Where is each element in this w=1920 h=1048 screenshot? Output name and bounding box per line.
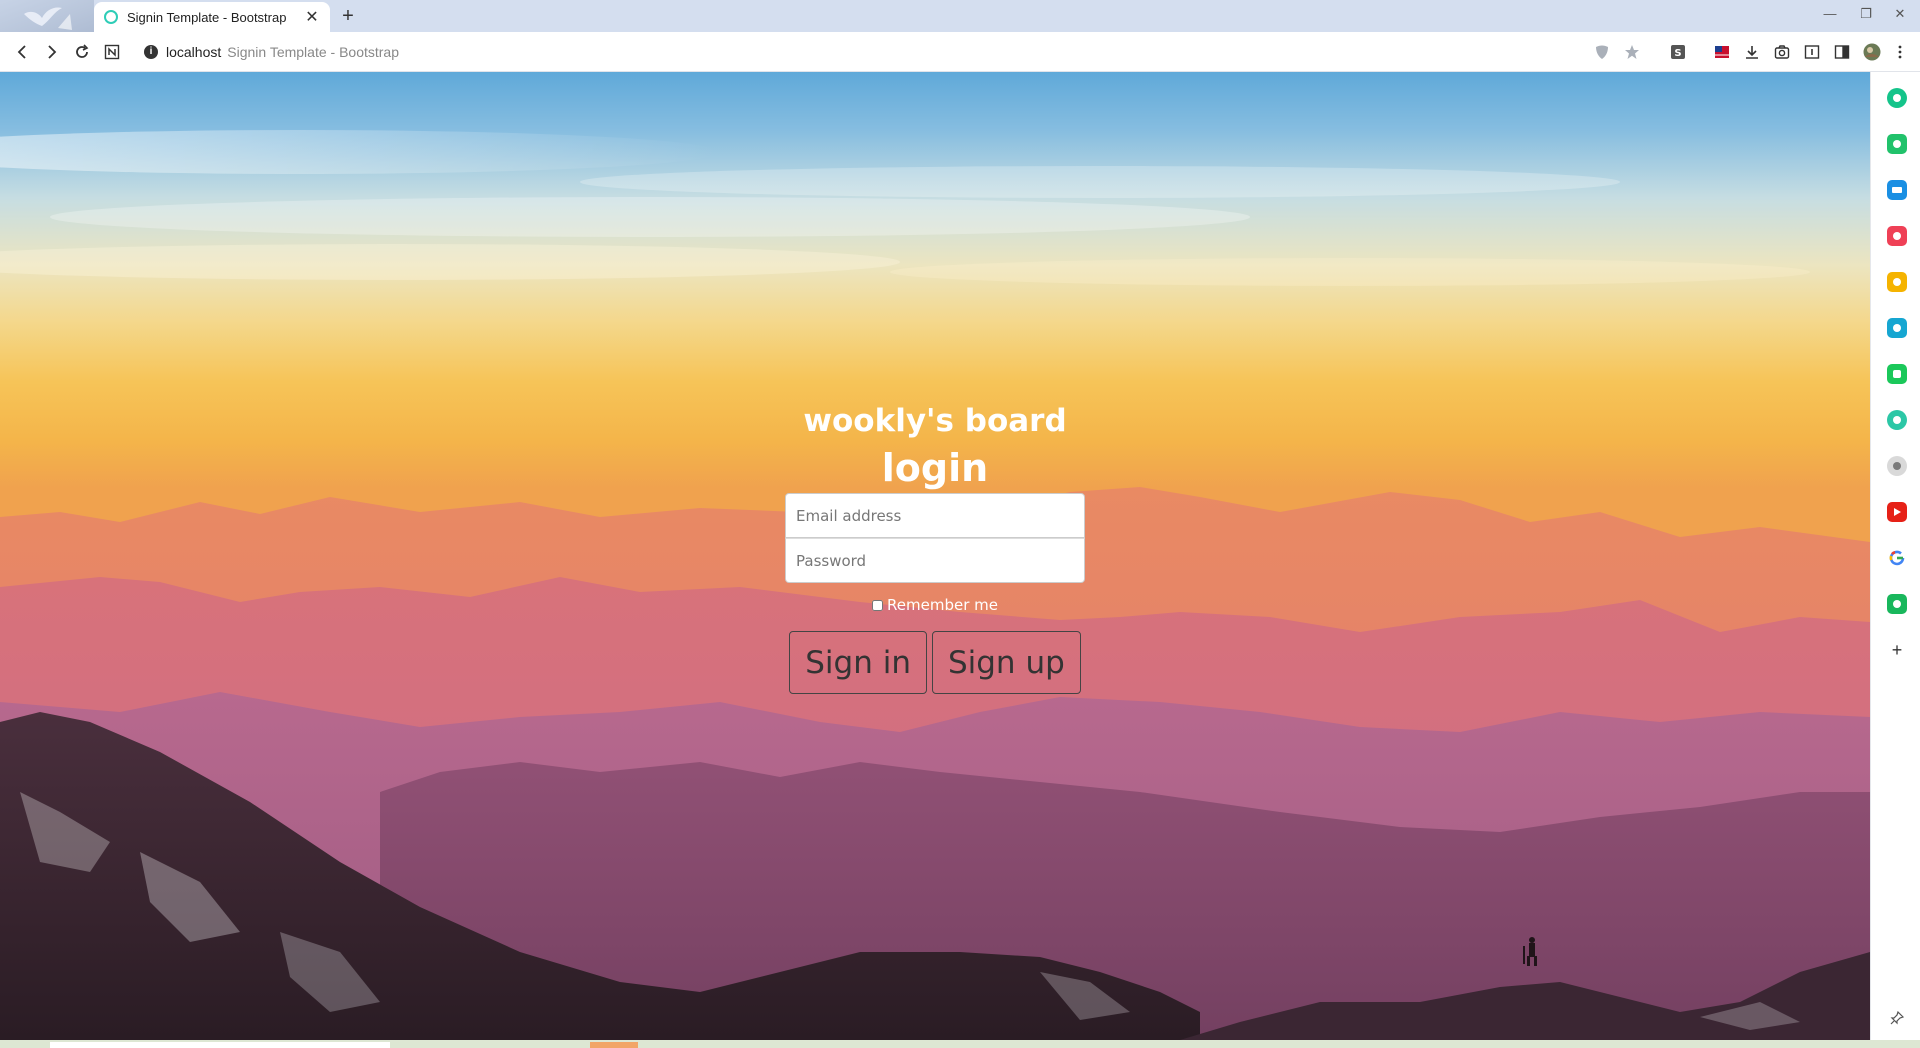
tab-title: Signin Template - Bootstrap (127, 9, 287, 25)
forward-button[interactable] (40, 40, 64, 64)
s-extension-button[interactable]: S (1668, 42, 1688, 62)
add-app-button[interactable]: + (1887, 640, 1907, 660)
s-extension-icon: S (1671, 45, 1685, 59)
capture-button[interactable] (1772, 42, 1792, 62)
sidebar-icon (1834, 45, 1850, 59)
avatar-icon (1863, 43, 1881, 61)
window-close-button[interactable]: ✕ (1880, 0, 1920, 28)
browser-toolbar: i localhost Signin Template - Bootstrap … (0, 32, 1920, 72)
papago-app-icon[interactable] (1887, 456, 1907, 476)
whale-app-icon[interactable] (1887, 88, 1907, 108)
youtube-app-icon[interactable] (1887, 502, 1907, 522)
login-form: wookly's board login Remember me Sign in… (785, 399, 1085, 694)
back-arrow-icon (17, 45, 26, 59)
google-app-icon[interactable] (1887, 548, 1907, 568)
translate-app-icon[interactable] (1887, 318, 1907, 338)
reload-button[interactable] (70, 40, 94, 64)
star-icon (1625, 45, 1639, 59)
forward-arrow-icon (48, 45, 57, 59)
translate-flag-button[interactable] (1712, 42, 1732, 62)
camera-icon (1774, 45, 1790, 59)
login-heading: login (881, 446, 989, 490)
remember-me-label: Remember me (887, 596, 998, 614)
new-tab-button[interactable]: + (336, 4, 360, 28)
play-icon (1894, 508, 1901, 516)
brand-title: wookly's board (803, 403, 1067, 439)
taskbar-item[interactable] (50, 1042, 390, 1048)
email-input[interactable] (785, 493, 1085, 538)
flag-icon (1715, 46, 1729, 58)
more-vertical-icon (1898, 45, 1902, 59)
back-button[interactable] (10, 40, 34, 64)
map-app-icon[interactable] (1887, 594, 1907, 614)
site-info-icon[interactable]: i (144, 45, 158, 59)
download-button[interactable] (1742, 42, 1762, 62)
player-app-icon[interactable] (1887, 410, 1907, 430)
naver-home-button[interactable] (100, 40, 124, 64)
sign-up-button[interactable]: Sign up (931, 631, 1081, 694)
page-favicon-icon (104, 10, 118, 24)
pin-icon (1890, 1011, 1904, 1025)
tab-strip: Signin Template - Bootstrap ✕ + — ❐ ✕ (0, 0, 1920, 32)
password-input[interactable] (785, 538, 1085, 583)
notes-app-icon[interactable] (1887, 134, 1907, 154)
reload-icon (76, 44, 89, 58)
page-viewport: wookly's board login Remember me Sign in… (0, 72, 1870, 1040)
download-icon (1746, 46, 1758, 59)
address-bar[interactable]: i localhost Signin Template - Bootstrap (144, 42, 399, 62)
naver-n-icon (104, 44, 120, 60)
sign-in-button[interactable]: Sign in (789, 631, 927, 694)
url-page-title: Signin Template - Bootstrap (227, 44, 399, 60)
remember-me[interactable]: Remember me (785, 595, 1085, 615)
reader-mode-button[interactable] (1802, 42, 1822, 62)
side-panel: + (1870, 72, 1920, 1040)
line-app-icon[interactable] (1887, 364, 1907, 384)
profile-button[interactable] (1862, 42, 1882, 62)
whale-logo-icon (24, 7, 72, 30)
tab-active[interactable]: Signin Template - Bootstrap ✕ (94, 2, 330, 32)
bookmark-star-button[interactable] (1622, 42, 1642, 62)
tab-close-icon[interactable]: ✕ (304, 7, 320, 27)
shield-icon (1596, 45, 1608, 59)
pin-button[interactable] (1887, 1008, 1907, 1028)
reader-icon (1804, 45, 1820, 59)
google-g-icon (1889, 550, 1905, 566)
remember-me-checkbox[interactable] (872, 599, 884, 611)
taskbar-item-active[interactable] (590, 1042, 638, 1048)
minimize-button[interactable]: — (1810, 0, 1850, 28)
shield-extension[interactable] (1592, 42, 1612, 62)
favorites-star-icon[interactable] (1887, 272, 1907, 292)
browser-logo (0, 0, 94, 32)
menu-button[interactable] (1890, 42, 1910, 62)
url-host: localhost (166, 44, 222, 60)
sidebar-toggle-button[interactable] (1832, 42, 1852, 62)
svg-text:S: S (1674, 48, 1681, 59)
os-taskbar (0, 1040, 1920, 1048)
calendar-app-icon[interactable] (1887, 180, 1907, 200)
pocket-app-icon[interactable] (1887, 226, 1907, 246)
button-row: Sign in Sign up (785, 631, 1085, 694)
